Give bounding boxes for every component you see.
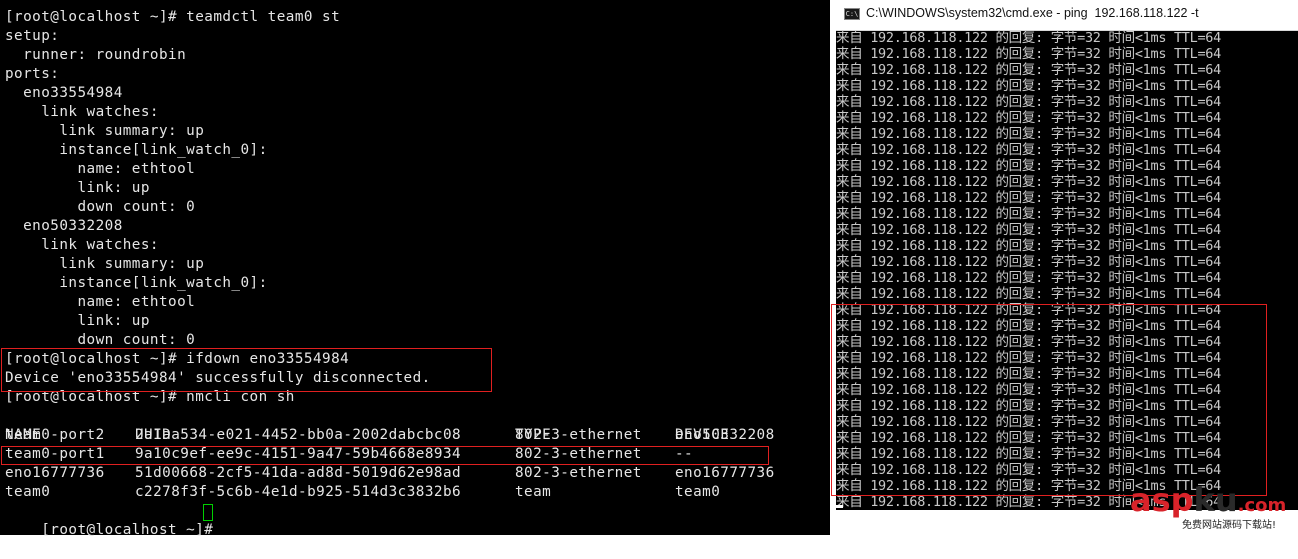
- terminal-line: runner: roundrobin: [5, 47, 187, 63]
- terminal-line: instance[link_watch_0]:: [5, 142, 268, 158]
- cell-name: team0: [5, 484, 51, 500]
- ping-reply-line: 来自 192.168.118.122 的回复: 字节=32 时间<1ms TTL…: [836, 286, 1221, 302]
- table-header-row: NAME UUID TYPE DEVICE: [5, 407, 729, 443]
- watermark-asp: asp: [1130, 481, 1194, 519]
- cell-uuid: 51d00668-2cf5-41da-ad8d-5019d62e98ad: [135, 465, 462, 481]
- watermark-subtitle: 免费网站源码下载站!: [1182, 520, 1277, 531]
- ping-reply-line: 来自 192.168.118.122 的回复: 字节=32 时间<1ms TTL…: [836, 190, 1221, 206]
- ping-reply-line: 来自 192.168.118.122 的回复: 字节=32 时间<1ms TTL…: [836, 94, 1221, 110]
- cmd-cursor: [836, 505, 843, 508]
- watermark-ku: ku: [1193, 481, 1238, 519]
- terminal-cursor: [203, 504, 213, 521]
- terminal-line: link summary: up: [5, 256, 205, 272]
- cell-type: team: [515, 484, 552, 500]
- ping-reply-line: 来自 192.168.118.122 的回复: 字节=32 时间<1ms TTL…: [836, 174, 1221, 190]
- cell-device: eno50332208: [675, 427, 775, 443]
- ping-reply-line: 来自 192.168.118.122 的回复: 字节=32 时间<1ms TTL…: [836, 270, 1221, 286]
- highlight-box-port1: [1, 446, 769, 465]
- terminal-line: name: ethtool: [5, 294, 196, 310]
- terminal-line: down count: 0: [5, 199, 196, 215]
- terminal-line: eno50332208: [5, 218, 123, 234]
- prompt-text: [root@localhost ~]#: [41, 522, 223, 538]
- terminal-line: [root@localhost ~]# teamdctl team0 st: [5, 9, 341, 25]
- terminal-line: instance[link_watch_0]:: [5, 275, 268, 291]
- cmd-titlebar[interactable]: C:\ C:\WINDOWS\system32\cmd.exe - ping 1…: [836, 0, 1298, 31]
- ping-reply-line: 来自 192.168.118.122 的回复: 字节=32 时间<1ms TTL…: [836, 110, 1221, 126]
- terminal-line: link: up: [5, 313, 150, 329]
- aspku-watermark: aspku.com 免费网站源码下载站!: [1130, 482, 1298, 535]
- ping-reply-line: 来自 192.168.118.122 的回复: 字节=32 时间<1ms TTL…: [836, 254, 1221, 270]
- terminal-prompt[interactable]: [root@localhost ~]#: [5, 502, 222, 538]
- ping-reply-line: 来自 192.168.118.122 的回复: 字节=32 时间<1ms TTL…: [836, 46, 1221, 62]
- ping-reply-line: 来自 192.168.118.122 的回复: 字节=32 时间<1ms TTL…: [836, 206, 1221, 222]
- terminal-line: link summary: up: [5, 123, 205, 139]
- ping-reply-line: 来自 192.168.118.122 的回复: 字节=32 时间<1ms TTL…: [836, 222, 1221, 238]
- ping-reply-line: 来自 192.168.118.122 的回复: 字节=32 时间<1ms TTL…: [836, 62, 1221, 78]
- terminal-line: setup:: [5, 28, 60, 44]
- ping-reply-line: 来自 192.168.118.122 的回复: 字节=32 时间<1ms TTL…: [836, 30, 1221, 46]
- terminal-line: eno33554984: [5, 85, 123, 101]
- terminal-line: link watches:: [5, 104, 159, 120]
- ping-reply-line: 来自 192.168.118.122 的回复: 字节=32 时间<1ms TTL…: [836, 238, 1221, 254]
- cell-device: team0: [675, 484, 721, 500]
- cell-name: team0-port2: [5, 427, 105, 443]
- cell-device: eno16777736: [675, 465, 775, 481]
- cell-name: eno16777736: [5, 465, 105, 481]
- ping-reply-line: 来自 192.168.118.122 的回复: 字节=32 时间<1ms TTL…: [836, 78, 1221, 94]
- ping-reply-line: 来自 192.168.118.122 的回复: 字节=32 时间<1ms TTL…: [836, 142, 1221, 158]
- highlight-box-ping-replies: [831, 304, 1267, 496]
- terminal-line: name: ethtool: [5, 161, 196, 177]
- terminal-line: link watches:: [5, 237, 159, 253]
- highlight-box-ifdown: [1, 348, 492, 392]
- terminal-line: link: up: [5, 180, 150, 196]
- ping-reply-line: 来自 192.168.118.122 的回复: 字节=32 时间<1ms TTL…: [836, 126, 1221, 142]
- cell-type: 802-3-ethernet: [515, 465, 642, 481]
- cell-uuid: 2a1aa534-e021-4452-bb0a-2002dabcbc08: [135, 427, 462, 443]
- linux-terminal[interactable]: [root@localhost ~]# teamdctl team0 st set…: [0, 0, 830, 538]
- cmd-window-icon: C:\: [844, 8, 860, 20]
- cell-uuid: c2278f3f-5c6b-4e1d-b925-514d3c3832b6: [135, 484, 462, 500]
- watermark-com: .com: [1237, 495, 1287, 516]
- ping-reply-line: 来自 192.168.118.122 的回复: 字节=32 时间<1ms TTL…: [836, 158, 1221, 174]
- cmd-window-title: C:\WINDOWS\system32\cmd.exe - ping 192.1…: [866, 6, 1199, 20]
- cell-type: 802-3-ethernet: [515, 427, 642, 443]
- terminal-line: ports:: [5, 66, 60, 82]
